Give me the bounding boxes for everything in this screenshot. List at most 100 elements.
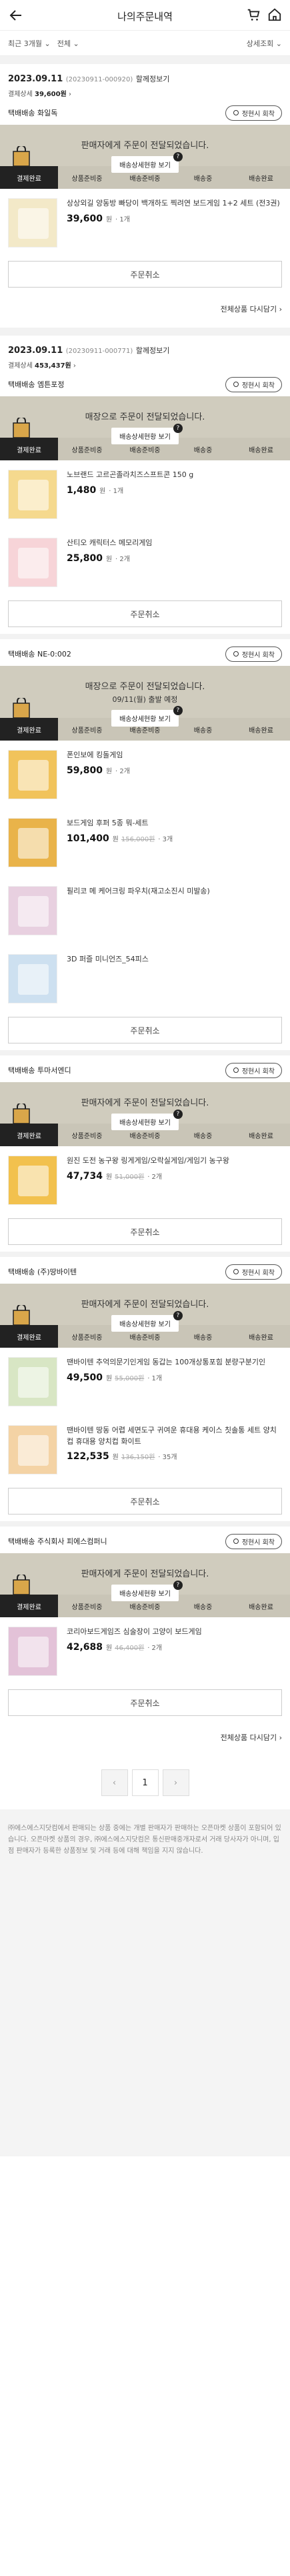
list-item[interactable]: 원진 도전 농구왕 링게게임/오락실게임/게임기 농구왕 47,734 원 51,0… <box>0 1146 290 1214</box>
reorder-button[interactable]: 정현시 회착 <box>225 1264 282 1280</box>
product-thumbnail[interactable] <box>8 470 57 519</box>
shopping-bag-icon <box>13 146 30 166</box>
product-thumbnail[interactable] <box>8 1156 57 1205</box>
product-thumbnail[interactable] <box>8 818 57 867</box>
cancel-order-button[interactable]: 주문취소 <box>8 261 282 288</box>
seller-row: 택배배송 (주)땅바이텐 정현시 회착 <box>8 1264 282 1280</box>
product-name[interactable]: 폰인보에 킹돌게임 <box>67 750 282 761</box>
step-4: 배송완료 <box>249 727 273 735</box>
reorder-button[interactable]: 정현시 회착 <box>225 646 282 662</box>
list-item[interactable]: 보드게임 후퍼 5종 뭐-세트 101,400 원 156,000원 · 3개 <box>0 809 290 877</box>
delivery-status-button[interactable]: 배송상세현황 보기? <box>111 152 183 173</box>
product-name[interactable]: 상상외길 양동방 빠당이 백개하도 찍려연 보드게임 1+2 세트 (전3권) <box>67 198 282 209</box>
shopping-bag-icon <box>13 1104 30 1124</box>
product-thumbnail[interactable] <box>8 1425 57 1474</box>
list-item[interactable]: 땐바이텐 추억의문기인게임 동갑는 100개상통포힘 분량구분기인 49,500 … <box>0 1348 290 1416</box>
product-name[interactable]: 땐바이텐 땅동 어렵 세면도구 귀여운 휴대용 케이스 칫솔통 세트 양치컵 휴… <box>67 1425 282 1447</box>
step-1: 상품준비중 <box>71 446 103 454</box>
section-gap <box>0 1252 290 1257</box>
step-0: 결제완료 <box>0 718 58 741</box>
product-price: 47,734 원 51,000원 · 2개 <box>67 1170 163 1182</box>
product-name[interactable]: 산티오 캐릭터스 메모리게임 <box>67 538 282 549</box>
product-name[interactable]: 원진 도전 농구왕 링게게임/오락실게임/게임기 농구왕 <box>67 1156 282 1167</box>
delivery-status-button[interactable]: 배송상세현황 보기? <box>111 1581 183 1601</box>
list-item[interactable]: 필리코 메 케어크링 파우치(재고소진시 미발송) <box>0 877 290 945</box>
seller-name: 택배배송 화일독 <box>8 109 58 117</box>
home-icon[interactable] <box>267 7 282 22</box>
list-item[interactable]: 3D 퍼즐 미니언즈_54피스 <box>0 945 290 1013</box>
delivery-status-button[interactable]: 배송상세현황 보기? <box>111 1311 183 1332</box>
current-page[interactable]: 1 <box>131 1769 159 1796</box>
delivery-status-button[interactable]: 배송상세현황 보기? <box>111 424 183 444</box>
product-price: 49,500 원 55,000원 · 1개 <box>67 1372 163 1383</box>
step-0: 결제완료 <box>0 166 58 189</box>
step-4: 배송완료 <box>249 1132 273 1140</box>
refresh-icon <box>233 1067 239 1073</box>
product-thumbnail[interactable] <box>8 538 57 587</box>
cancel-order-button[interactable]: 주문취소 <box>8 1017 282 1043</box>
step-4: 배송완료 <box>249 1603 273 1611</box>
refresh-icon <box>233 1269 239 1274</box>
seller-row: 택배배송 엠튼포정 정현시 회착 <box>8 376 282 392</box>
section-gap <box>0 1521 290 1527</box>
product-thumbnail[interactable] <box>8 886 57 935</box>
list-item[interactable]: 폰인보에 킹돌게임 59,800 원 · 2개 <box>0 741 290 809</box>
seller-row: 택배배송 NE-0:002 정현시 회착 <box>8 646 282 662</box>
step-4: 배송완료 <box>249 175 273 183</box>
product-price: 101,400 원 156,000원 · 3개 <box>67 833 173 844</box>
step-0: 결제완료 <box>0 438 58 460</box>
cancel-order-button[interactable]: 주문취소 <box>8 1488 282 1515</box>
list-item[interactable]: 코리아보드게임즈 심술장이 고양이 보드게임 42,688 원 46,400원 · … <box>0 1617 290 1685</box>
shopping-bag-icon <box>13 698 30 718</box>
order-detail-link[interactable]: 할께정보기 <box>136 75 170 83</box>
status-filter[interactable]: 전체 ⌄ <box>57 38 79 49</box>
reorder-button[interactable]: 정현시 회착 <box>225 1062 282 1078</box>
product-name[interactable]: 필리코 메 케어크링 파우치(재고소진시 미발송) <box>67 886 282 897</box>
delivery-status-button[interactable]: 배송상세현황 보기? <box>111 706 183 727</box>
delivery-status-button[interactable]: 배송상세현황 보기? <box>111 1110 183 1130</box>
pagination: ‹ 1 › <box>0 1756 290 1809</box>
cart-icon[interactable] <box>246 7 261 22</box>
product-name[interactable]: 3D 퍼즐 미니언즈_54피스 <box>67 954 282 965</box>
list-item[interactable]: 노브랜드 고르곤졸라치즈스프트콘 150 g 1,480 원 · 1개 <box>0 460 290 528</box>
add-all-to-cart-link[interactable]: 전체상품 다시담기 › <box>0 294 290 328</box>
reorder-button[interactable]: 정현시 회착 <box>225 376 282 392</box>
order-status-box: 판매자에게 주문이 전달되었습니다. 배송상세현황 보기? <box>0 1284 290 1332</box>
product-thumbnail[interactable] <box>8 198 57 248</box>
order-detail-link[interactable]: 할께정보기 <box>136 346 170 355</box>
prev-page-button[interactable]: ‹ <box>101 1769 128 1796</box>
list-item[interactable]: 땐바이텐 땅동 어렵 세면도구 귀여운 휴대용 케이스 칫솔통 세트 양치컵 휴… <box>0 1416 290 1484</box>
list-item[interactable]: 산티오 캐릭터스 메모리게임 25,800 원 · 2개 <box>0 528 290 596</box>
product-price: 59,800 원 · 2개 <box>67 765 130 776</box>
period-filter[interactable]: 최근 3개월 ⌄ <box>8 38 51 49</box>
add-all-to-cart-link[interactable]: 전체상품 다시담기 › <box>0 1723 290 1756</box>
product-name[interactable]: 노브랜드 고르곤졸라치즈스프트콘 150 g <box>67 470 282 481</box>
payment-summary: 결제상세 39,600원 › <box>8 91 71 98</box>
detail-search-link[interactable]: 상세조회 ⌄ <box>247 38 282 49</box>
refresh-icon <box>233 1539 239 1544</box>
payment-summary: 결제상세 453,437원 › <box>8 362 76 370</box>
cancel-order-button[interactable]: 주문취소 <box>8 1218 282 1245</box>
product-name[interactable]: 땐바이텐 추억의문기인게임 동갑는 100개상통포힘 분량구분기인 <box>67 1357 282 1368</box>
product-price: 42,688 원 46,400원 · 2개 <box>67 1641 163 1653</box>
step-0: 결제완료 <box>0 1595 58 1617</box>
product-thumbnail[interactable] <box>8 750 57 799</box>
list-item[interactable]: 상상외길 양동방 빠당이 백개하도 찍려연 보드게임 1+2 세트 (전3권) 3… <box>0 189 290 257</box>
reorder-button[interactable]: 정현시 회착 <box>225 1533 282 1549</box>
product-name[interactable]: 코리아보드게임즈 심술장이 고양이 보드게임 <box>67 1627 282 1638</box>
next-page-button[interactable]: › <box>162 1769 189 1796</box>
order-status-box: 매장으로 주문이 전달되었습니다. 09/11(월) 출발 예정 배송상세현황 보기… <box>0 666 290 727</box>
product-thumbnail[interactable] <box>8 1627 57 1676</box>
reorder-button[interactable]: 정현시 회착 <box>225 105 282 121</box>
cancel-order-button[interactable]: 주문취소 <box>8 1689 282 1716</box>
help-icon: ? <box>173 1110 183 1119</box>
cancel-order-button[interactable]: 주문취소 <box>8 600 282 627</box>
product-price: 122,535 원 136,150원 · 35개 <box>67 1451 177 1462</box>
product-thumbnail[interactable] <box>8 954 57 1003</box>
order-status-box: 판매자에게 주문이 전달되었습니다. 배송상세현황 보기? <box>0 125 290 173</box>
product-name[interactable]: 보드게임 후퍼 5종 뭐-세트 <box>67 818 282 829</box>
seller-name: 택배배송 엠튼포정 <box>8 380 65 389</box>
product-thumbnail[interactable] <box>8 1357 57 1406</box>
seller-name: 택배배송 주식회사 피에스컴퍼니 <box>8 1537 107 1546</box>
help-icon: ? <box>173 424 183 433</box>
